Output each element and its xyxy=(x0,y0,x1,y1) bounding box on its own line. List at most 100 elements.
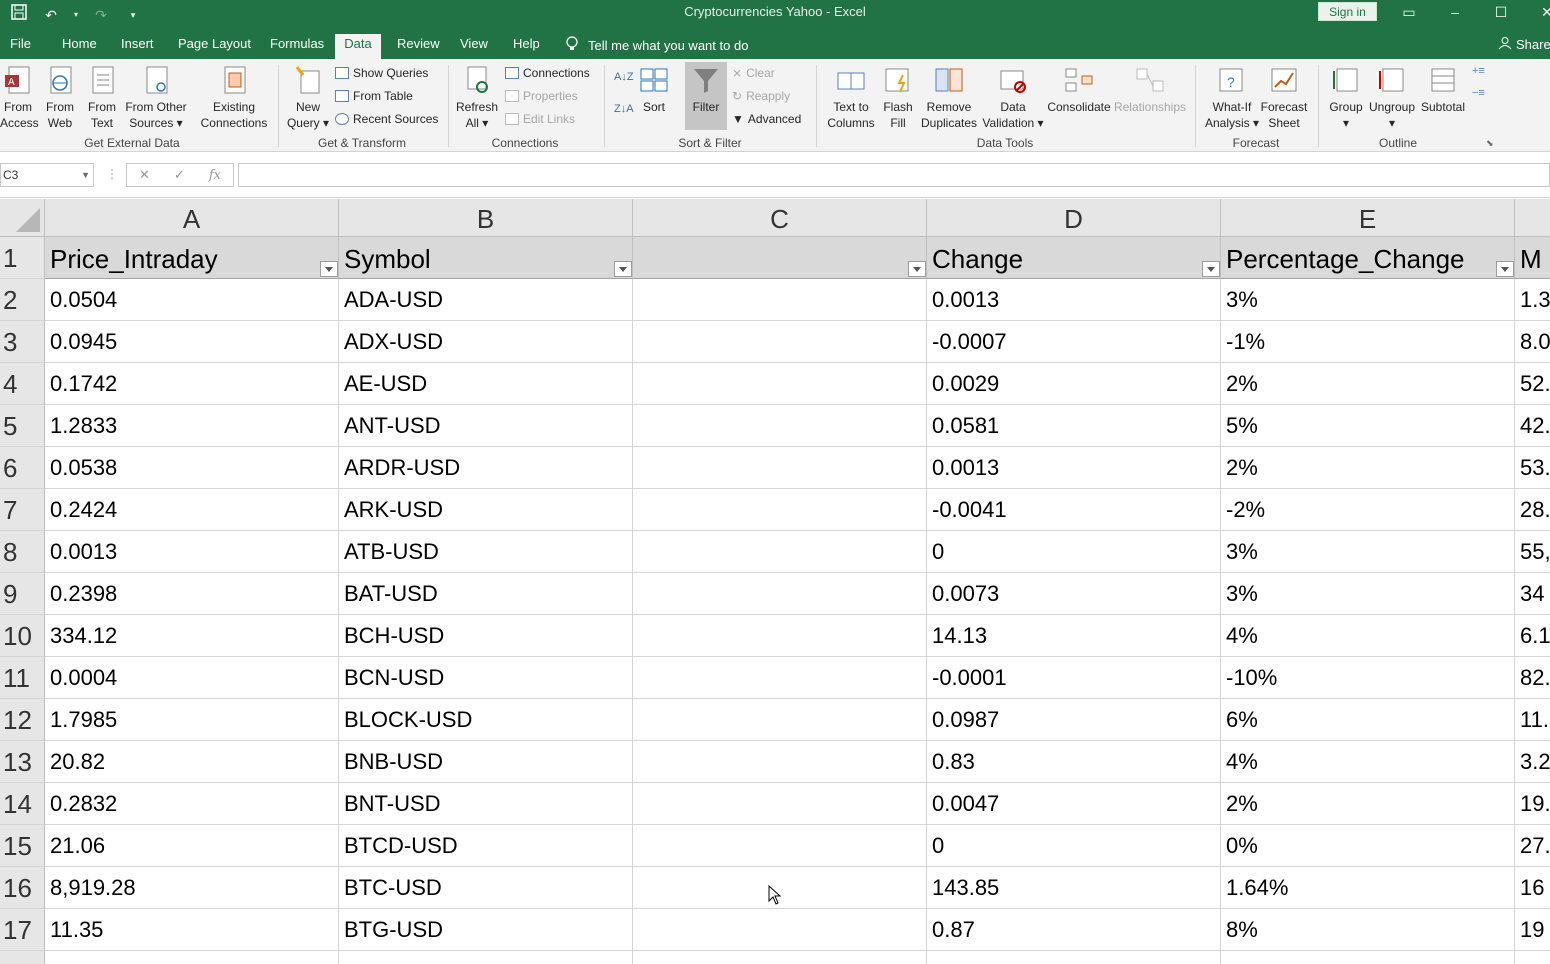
table-cell[interactable]: 3% xyxy=(1221,279,1515,321)
minimize-icon[interactable]: – xyxy=(1432,2,1478,24)
table-cell[interactable]: 334.12 xyxy=(45,615,339,657)
table-cell[interactable]: 0 xyxy=(927,531,1221,573)
sort-button[interactable]: Sort xyxy=(638,65,670,115)
row-header[interactable]: 7 xyxy=(0,489,45,531)
from-text-button[interactable]: From Text xyxy=(84,65,120,131)
table-cell[interactable]: 6.1 xyxy=(1515,615,1550,657)
tab-review[interactable]: Review xyxy=(397,36,440,59)
maximize-icon[interactable]: ☐ xyxy=(1478,2,1524,24)
table-cell[interactable]: -10% xyxy=(1221,657,1515,699)
table-cell[interactable]: ANT-USD xyxy=(339,405,633,447)
table-cell[interactable] xyxy=(45,951,339,964)
clear-button[interactable]: ⨯ Clear xyxy=(732,66,775,80)
table-cell[interactable]: 2% xyxy=(1221,447,1515,489)
sort-descending-button[interactable]: Z↓A xyxy=(614,103,634,115)
table-cell[interactable] xyxy=(633,699,927,741)
table-cell[interactable]: 4% xyxy=(1221,741,1515,783)
header-cell-symbol[interactable]: Symbol xyxy=(339,237,633,279)
tab-help[interactable]: Help xyxy=(513,36,540,59)
table-cell[interactable]: ARDR-USD xyxy=(339,447,633,489)
filter-dropdown-icon[interactable] xyxy=(1496,261,1514,277)
row-header[interactable]: 9 xyxy=(0,573,45,615)
row-header-1[interactable]: 1 xyxy=(0,237,45,279)
table-cell[interactable]: 0.0004 xyxy=(45,657,339,699)
recent-sources-button[interactable]: Recent Sources xyxy=(335,112,438,126)
table-cell[interactable]: 11.35 xyxy=(45,909,339,951)
table-cell[interactable]: 20.82 xyxy=(45,741,339,783)
table-cell[interactable]: 28. xyxy=(1515,489,1550,531)
table-cell[interactable]: 0.0013 xyxy=(45,531,339,573)
table-cell[interactable]: 0.2424 xyxy=(45,489,339,531)
column-header-d[interactable]: D xyxy=(927,199,1221,237)
row-header[interactable] xyxy=(0,951,45,964)
table-cell[interactable]: 16 xyxy=(1515,867,1550,909)
table-cell[interactable]: 0.0581 xyxy=(927,405,1221,447)
flash-fill-button[interactable]: Flash Fill xyxy=(882,65,914,131)
table-cell[interactable] xyxy=(633,909,927,951)
worksheet-grid[interactable]: A B C D E 1 Price_Intraday Symbol Change… xyxy=(0,199,1550,964)
show-detail-button[interactable]: +≡ xyxy=(1472,65,1485,77)
table-cell[interactable]: BCH-USD xyxy=(339,615,633,657)
column-header-c[interactable]: C xyxy=(633,199,927,237)
sign-in-button[interactable]: Sign in xyxy=(1318,2,1377,21)
enter-icon[interactable]: ✓ xyxy=(174,167,185,183)
table-cell[interactable]: BNB-USD xyxy=(339,741,633,783)
table-cell[interactable]: -0.0001 xyxy=(927,657,1221,699)
row-header[interactable]: 5 xyxy=(0,405,45,447)
table-cell[interactable] xyxy=(633,489,927,531)
consolidate-button[interactable]: Consolidate xyxy=(1046,65,1112,115)
table-cell[interactable] xyxy=(339,951,633,964)
table-cell[interactable] xyxy=(633,825,927,867)
table-cell[interactable]: 52. xyxy=(1515,363,1550,405)
table-cell[interactable]: 0.0029 xyxy=(927,363,1221,405)
table-cell[interactable] xyxy=(927,951,1221,964)
tab-formulas[interactable]: Formulas xyxy=(270,36,324,59)
table-cell[interactable] xyxy=(633,573,927,615)
cancel-icon[interactable]: ✕ xyxy=(139,167,150,183)
header-cell-f[interactable]: M xyxy=(1515,237,1550,279)
table-cell[interactable]: 0.87 xyxy=(927,909,1221,951)
table-cell[interactable] xyxy=(633,279,927,321)
table-cell[interactable]: BTCD-USD xyxy=(339,825,633,867)
connections-button[interactable]: Connections xyxy=(505,66,590,80)
table-cell[interactable]: 19 xyxy=(1515,909,1550,951)
formula-input[interactable] xyxy=(238,163,1550,187)
row-header[interactable]: 11 xyxy=(0,657,45,699)
from-other-sources-button[interactable]: From Other Sources ▾ xyxy=(124,65,188,131)
subtotal-button[interactable]: Subtotal xyxy=(1418,65,1468,115)
table-cell[interactable]: ARK-USD xyxy=(339,489,633,531)
header-cell-change[interactable]: Change xyxy=(927,237,1221,279)
table-cell[interactable]: BLOCK-USD xyxy=(339,699,633,741)
column-header-e[interactable]: E xyxy=(1221,199,1515,237)
outline-dialog-launcher[interactable]: ⬊ xyxy=(1486,138,1494,149)
tab-data[interactable]: Data xyxy=(335,34,381,59)
table-cell[interactable]: 11. xyxy=(1515,699,1550,741)
new-query-button[interactable]: New Query ▾ xyxy=(286,65,330,131)
table-cell[interactable]: 55, xyxy=(1515,531,1550,573)
column-header-b[interactable]: B xyxy=(339,199,633,237)
reapply-button[interactable]: ↻ Reapply xyxy=(732,89,790,103)
table-cell[interactable]: 0.0047 xyxy=(927,783,1221,825)
table-cell[interactable]: 3.2 xyxy=(1515,741,1550,783)
filter-dropdown-icon[interactable] xyxy=(614,261,632,277)
table-cell[interactable]: 0.0013 xyxy=(927,279,1221,321)
name-box-dropdown-icon[interactable]: ▼ xyxy=(81,164,90,186)
tell-me-box[interactable]: Tell me what you want to do xyxy=(566,36,748,55)
filter-dropdown-icon[interactable] xyxy=(320,261,338,277)
table-cell[interactable]: 21.06 xyxy=(45,825,339,867)
ribbon-display-options-icon[interactable]: ▭ xyxy=(1386,2,1432,24)
filter-button[interactable]: Filter xyxy=(685,65,727,115)
table-cell[interactable]: 6% xyxy=(1221,699,1515,741)
table-cell[interactable]: -0.0041 xyxy=(927,489,1221,531)
remove-duplicates-button[interactable]: Remove Duplicates xyxy=(920,65,978,131)
row-header[interactable]: 4 xyxy=(0,363,45,405)
table-cell[interactable]: ADX-USD xyxy=(339,321,633,363)
table-cell[interactable]: 143.85 xyxy=(927,867,1221,909)
from-web-button[interactable]: From Web xyxy=(42,65,78,131)
row-header[interactable]: 17 xyxy=(0,909,45,951)
header-cell-c[interactable] xyxy=(633,237,927,279)
table-cell[interactable] xyxy=(633,447,927,489)
table-cell[interactable]: 42. xyxy=(1515,405,1550,447)
table-cell[interactable]: -1% xyxy=(1221,321,1515,363)
table-cell[interactable] xyxy=(633,783,927,825)
